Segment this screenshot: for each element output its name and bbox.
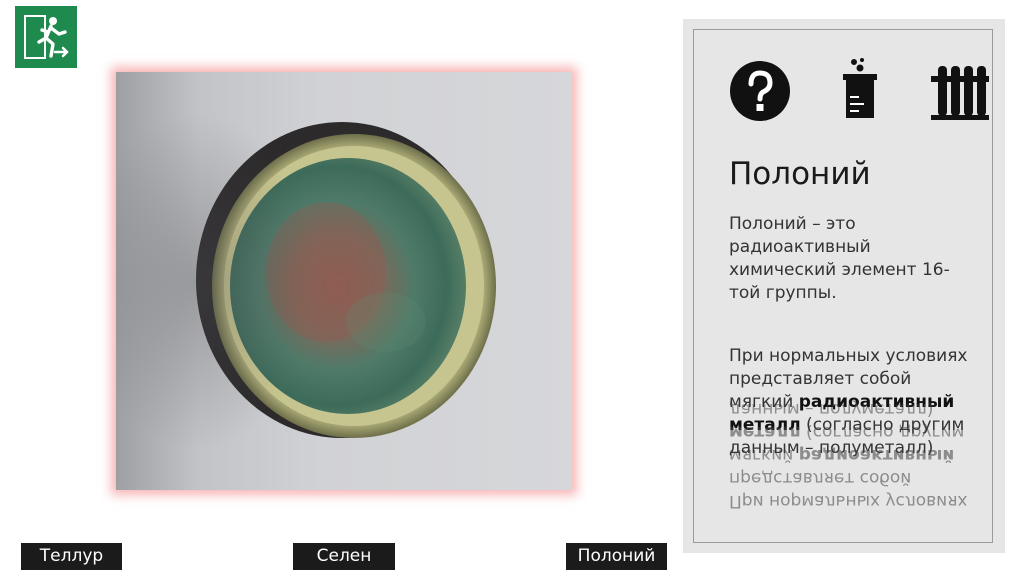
nav-button-polonium[interactable]: Полоний <box>566 543 667 570</box>
question-icon[interactable] <box>729 60 791 122</box>
test-tubes-icon[interactable] <box>931 66 989 122</box>
properties-reflection: При нормальных условиях представляет соб… <box>729 397 979 512</box>
element-description: Полоний – это радиоактивный химический э… <box>729 214 950 303</box>
element-title: Полоний <box>729 156 871 192</box>
beaker-icon[interactable] <box>840 56 880 122</box>
polonium-photo <box>116 72 572 490</box>
info-panel-frame: Полоний Полоний – это радиоактивный хими… <box>693 29 993 543</box>
info-panel: Полоний Полоний – это радиоактивный хими… <box>683 19 1005 553</box>
exit-door-icon[interactable] <box>15 6 77 68</box>
nav-button-tellur[interactable]: Теллур <box>21 543 122 570</box>
nav-button-selen[interactable]: Селен <box>293 543 395 570</box>
